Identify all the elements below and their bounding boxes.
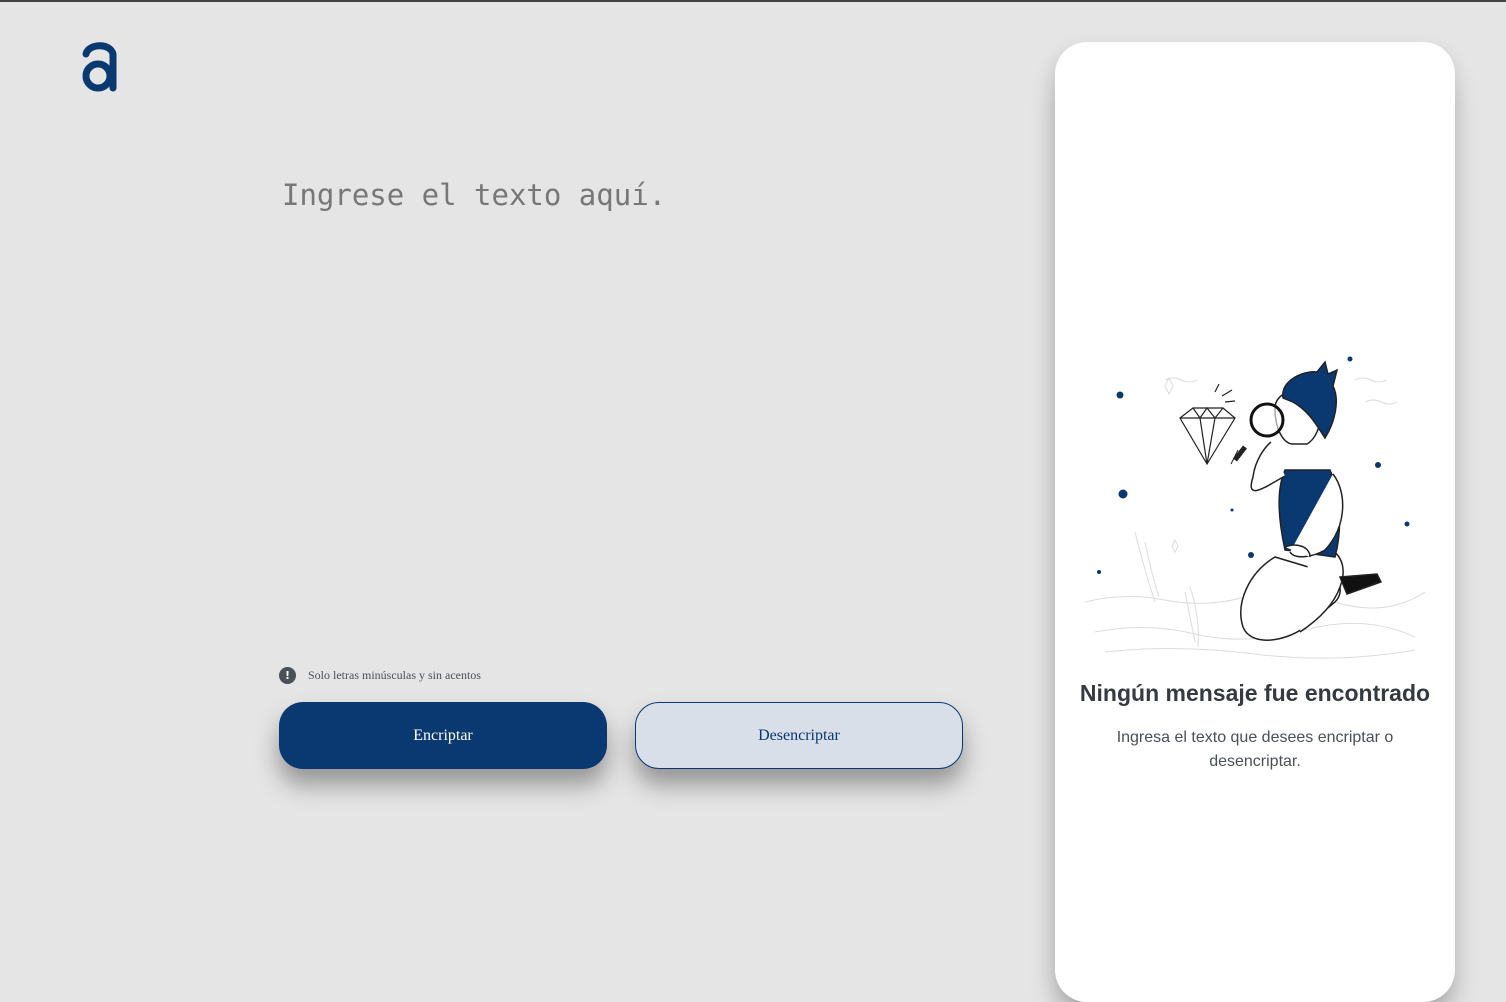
decrypt-button[interactable]: Desencriptar [635,702,963,769]
empty-message-title: Ningún mensaje fue encontrado [1079,680,1431,706]
person-searching-diamond-illustration [1085,356,1425,659]
text-input[interactable] [280,170,970,630]
output-panel: Ningún mensaje fue encontrado Ingresa el… [1055,42,1455,1002]
encrypt-button[interactable]: Encriptar [279,702,607,769]
top-border [0,0,1506,2]
exclamation-circle-icon: ! [279,667,296,684]
input-hint: ! Solo letras minúsculas y sin acentos [279,667,481,684]
hint-text: Solo letras minúsculas y sin acentos [308,668,481,682]
alura-logo-icon[interactable] [78,40,120,94]
empty-message-description: Ingresa el texto que desees encriptar o … [1116,729,1394,770]
